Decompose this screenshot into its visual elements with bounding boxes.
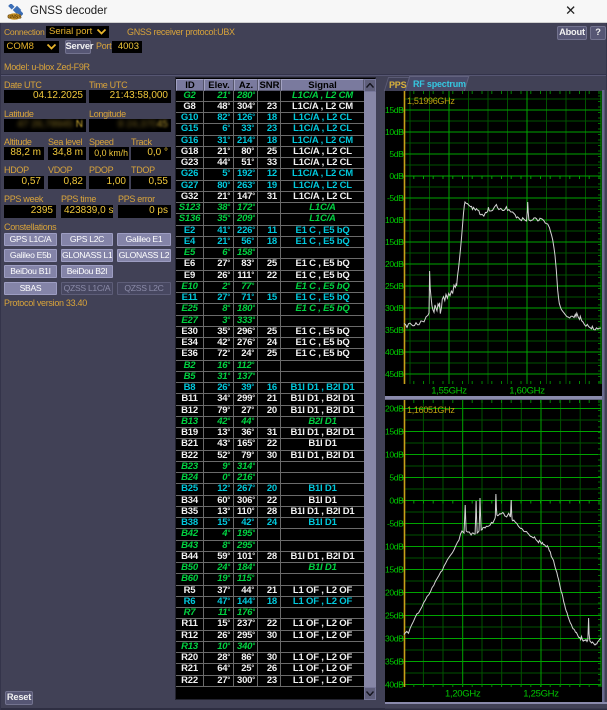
- svg-text:1,60GHz: 1,60GHz: [509, 386, 545, 397]
- svg-text:-40dB: -40dB: [385, 347, 404, 357]
- svg-text:-5dB: -5dB: [387, 193, 404, 203]
- svg-text:-25dB: -25dB: [385, 281, 404, 291]
- svg-text:-15dB: -15dB: [385, 565, 404, 575]
- svg-text:1,55GHz: 1,55GHz: [431, 386, 467, 397]
- svg-text:GNSS: GNSS: [7, 15, 22, 21]
- svg-text:20dB: 20dB: [385, 404, 404, 414]
- svg-text:0dB: 0dB: [389, 496, 404, 506]
- svg-text:-20dB: -20dB: [385, 259, 404, 269]
- svg-text:1,25GHz: 1,25GHz: [523, 689, 559, 700]
- svg-text:-10dB: -10dB: [385, 542, 404, 552]
- svg-text:-25dB: -25dB: [385, 611, 404, 621]
- svg-text:-15dB: -15dB: [385, 237, 404, 247]
- svg-text:-20dB: -20dB: [385, 588, 404, 598]
- svg-text:1,51996GHz: 1,51996GHz: [407, 96, 455, 106]
- svg-text:10dB: 10dB: [385, 127, 404, 137]
- svg-text:1,16051GHz: 1,16051GHz: [407, 405, 455, 415]
- svg-text:-35dB: -35dB: [385, 325, 404, 335]
- svg-text:-45dB: -45dB: [385, 369, 404, 379]
- svg-text:0dB: 0dB: [389, 171, 404, 181]
- svg-text:10dB: 10dB: [385, 450, 404, 460]
- svg-text:5dB: 5dB: [389, 473, 404, 483]
- svg-text:-35dB: -35dB: [385, 657, 404, 667]
- svg-text:1,20GHz: 1,20GHz: [445, 689, 481, 700]
- svg-text:15dB: 15dB: [385, 427, 404, 437]
- svg-text:-30dB: -30dB: [385, 634, 404, 644]
- svg-text:15dB: 15dB: [385, 105, 404, 115]
- svg-text:-5dB: -5dB: [387, 519, 404, 529]
- svg-text:-30dB: -30dB: [385, 303, 404, 313]
- svg-text:-40dB: -40dB: [385, 680, 404, 690]
- svg-text:5dB: 5dB: [389, 149, 404, 159]
- svg-text:-10dB: -10dB: [385, 215, 404, 225]
